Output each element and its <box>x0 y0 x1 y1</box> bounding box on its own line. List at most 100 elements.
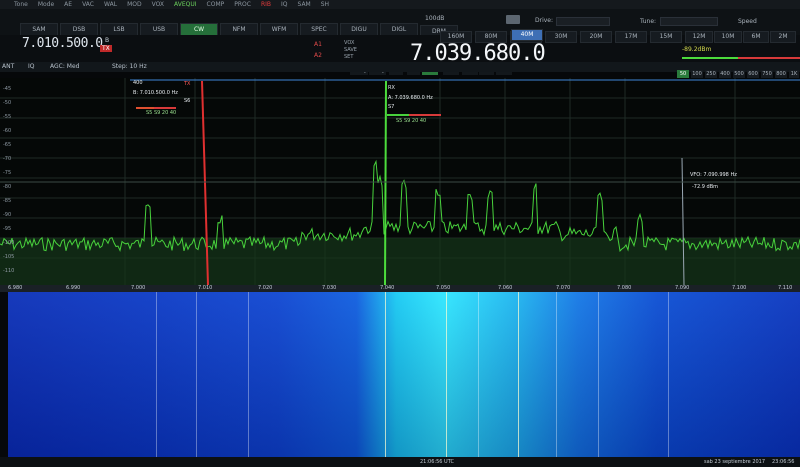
menu-item[interactable]: SH <box>321 0 329 9</box>
menu-item[interactable]: PROC <box>234 0 251 9</box>
spectrum-fill <box>0 238 800 285</box>
menu-item[interactable]: AE <box>64 0 72 9</box>
menu-item[interactable]: VOX <box>152 0 164 9</box>
dbm-readout: -89.2dBm <box>682 46 712 53</box>
freq-tick: 7.080 <box>617 285 632 291</box>
band-button[interactable]: 30M <box>545 31 577 43</box>
band-button[interactable]: 6M <box>743 31 769 43</box>
waterfall-signal <box>556 292 557 457</box>
waterfall-signal <box>478 292 479 457</box>
vfo-b-frequency[interactable]: 7.010.500.0 <box>22 36 103 51</box>
bandwidth-button[interactable]: 600 <box>747 70 759 78</box>
tune-slider[interactable] <box>660 17 718 26</box>
db-tick: -45 <box>3 86 12 92</box>
db-tick: -65 <box>3 142 12 148</box>
db-slider-thumb[interactable] <box>506 15 520 24</box>
rx-flag-scale-labels: S5 S9 20 40 <box>396 118 427 124</box>
band-button[interactable]: 15M <box>650 31 682 43</box>
set-button[interactable]: SET <box>344 54 353 60</box>
s-meter-green <box>682 57 738 59</box>
ant-select[interactable]: ANT <box>2 62 14 72</box>
menu-item[interactable]: Tone <box>14 0 28 9</box>
bandwidth-button-active[interactable]: 50 <box>677 70 689 78</box>
bandwidth-button[interactable]: 100 <box>691 70 703 78</box>
waterfall-signal <box>385 292 386 457</box>
band-button[interactable]: 12M <box>685 31 713 43</box>
iq-select[interactable]: IQ <box>28 62 35 72</box>
band-button[interactable]: 2M <box>770 31 796 43</box>
frequency-axis: 6.980 6.990 7.000 7.010 7.020 7.030 7.04… <box>0 285 800 292</box>
tx-flag-frequency: B: 7.010.500.0 Hz <box>133 90 178 96</box>
tx-flag-scale <box>136 107 176 109</box>
bandwidth-button[interactable]: 1K <box>789 70 799 78</box>
freq-tick: 7.050 <box>436 285 451 291</box>
freq-tick: 6.980 <box>8 285 23 291</box>
db-tick: -55 <box>3 114 12 120</box>
date-text: sab 23 septiembre 2017 <box>704 459 766 465</box>
bandwidth-button[interactable]: 750 <box>761 70 773 78</box>
cursor-level-readout: -72.9 dBm <box>692 184 719 190</box>
menu-item[interactable]: IQ <box>281 0 288 9</box>
drive-label: Drive: <box>535 17 554 24</box>
menu-item[interactable]: Mode <box>38 0 54 9</box>
rx-flag-scale <box>387 114 441 116</box>
menu-item[interactable]: WAL <box>104 0 117 9</box>
status-bar: 21:06:56 UTC sab 23 septiembre 2017 23:0… <box>0 457 800 467</box>
band-button[interactable]: 80M <box>475 31 507 43</box>
menu-item-rec[interactable]: RIB <box>261 0 271 9</box>
speed-label: Speed <box>738 18 757 25</box>
db-tick: -90 <box>3 212 12 218</box>
agc-select[interactable]: AGC: Med <box>50 62 79 72</box>
waterfall-signal <box>668 292 669 457</box>
freq-tick: 7.040 <box>380 285 395 291</box>
waterfall-display[interactable] <box>8 292 800 457</box>
menu-item[interactable]: MOD <box>127 0 142 9</box>
vfo-b-label: B <box>105 37 110 44</box>
freq-tick: 7.090 <box>675 285 690 291</box>
waterfall-signal <box>156 292 157 457</box>
band-button[interactable]: 160M <box>440 31 472 43</box>
spectrum-display[interactable]: -45 -50 -55 -60 -65 -70 -75 -80 -85 -90 … <box>0 78 800 285</box>
bandwidth-button[interactable]: 500 <box>733 70 745 78</box>
bandwidth-button[interactable]: 250 <box>705 70 717 78</box>
cursor-vfo-readout: VFO: 7.090.998 Hz <box>690 172 737 178</box>
tx-flag-top: 400 <box>133 80 143 86</box>
waterfall-signal <box>248 292 249 457</box>
band-button[interactable]: 10M <box>714 31 742 43</box>
db-tick: -100 <box>3 240 15 246</box>
antenna-a1[interactable]: A1 <box>314 41 322 48</box>
band-button[interactable]: 20M <box>580 31 612 43</box>
antenna-a2[interactable]: A2 <box>314 52 322 59</box>
db-tick: -95 <box>3 226 12 232</box>
waterfall-signal <box>598 292 599 457</box>
tx-flag-scale-labels: S5 S9 20 40 <box>146 110 177 116</box>
tx-badge[interactable]: TX <box>100 45 112 52</box>
s-meter-red <box>738 57 800 59</box>
step-select[interactable]: Step: 10 Hz <box>112 62 147 72</box>
menu-item-highlight[interactable]: AVEQUI <box>174 0 197 9</box>
db-tick: -110 <box>3 268 15 274</box>
menu-bar: Tone Mode AE VAC WAL MOD VOX AVEQUI COMP… <box>0 0 800 9</box>
freq-tick: 7.100 <box>732 285 747 291</box>
menu-item[interactable]: COMP <box>207 0 225 9</box>
db-tick: -85 <box>3 198 12 204</box>
bandwidth-button[interactable]: 800 <box>775 70 787 78</box>
db-tick: -50 <box>3 100 12 106</box>
rx-flag-title: RX <box>388 85 395 91</box>
save-button[interactable]: SAVE <box>344 47 357 53</box>
waterfall-signal <box>518 292 519 457</box>
freq-tick: 7.030 <box>322 285 337 291</box>
drive-slider[interactable] <box>556 17 610 26</box>
band-button[interactable]: 17M <box>615 31 647 43</box>
freq-tick: 7.000 <box>131 285 146 291</box>
menu-item[interactable]: SAM <box>298 0 311 9</box>
freq-tick: 7.020 <box>258 285 273 291</box>
db-tick: -75 <box>3 170 12 176</box>
waterfall-signal <box>196 292 197 457</box>
bandwidth-button[interactable]: 400 <box>719 70 731 78</box>
vox-button[interactable]: VOX <box>344 40 354 46</box>
utc-time: 21:06:56 UTC <box>420 459 454 465</box>
db-tick: -60 <box>3 128 12 134</box>
band-button-active[interactable]: 40M <box>511 29 543 41</box>
menu-item[interactable]: VAC <box>82 0 94 9</box>
